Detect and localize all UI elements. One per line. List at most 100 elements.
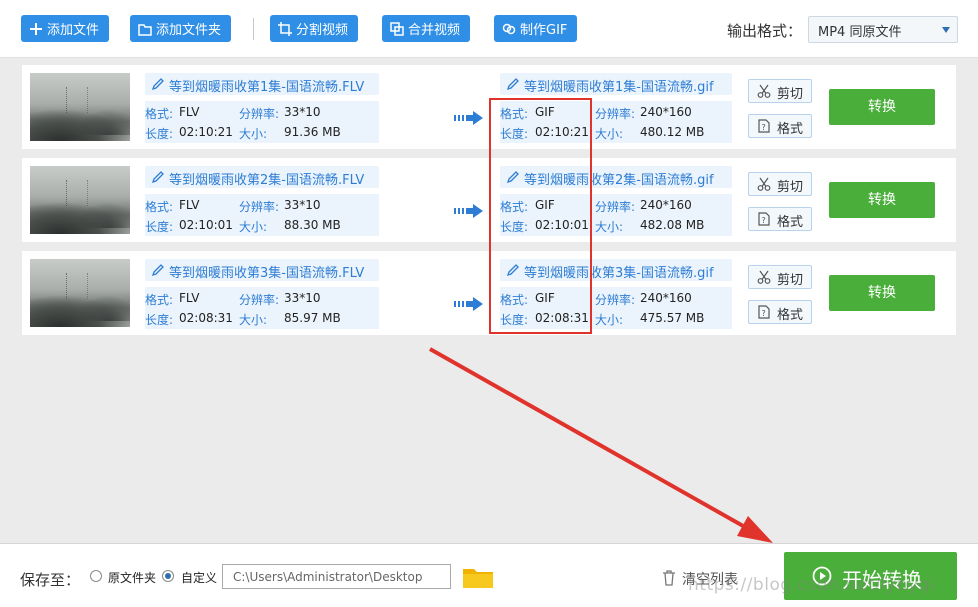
annotation-highlight-box (489, 98, 592, 334)
toolbar-divider (253, 18, 254, 40)
format-button-label: 格式 (777, 308, 804, 323)
cut-button[interactable]: 剪切 (748, 79, 812, 103)
scissors-icon (757, 84, 771, 98)
duration-label: 长度: (145, 313, 174, 327)
video-thumbnail (30, 73, 130, 141)
size-label: 大小: (239, 313, 268, 327)
video-thumbnail (30, 166, 130, 234)
resolution-label: 分辨率: (595, 200, 636, 214)
output-size: 480.12 MB (640, 125, 705, 139)
cut-label: 剪切 (777, 180, 804, 195)
convert-arrow-icon (454, 204, 484, 218)
source-resolution: 33*10 (284, 291, 321, 305)
format-button[interactable]: ? 格式 (748, 207, 812, 231)
video-thumbnail (30, 259, 130, 327)
convert-arrow-icon (454, 297, 484, 311)
source-info: 格式: FLV 分辨率: 33*10 长度: 02:10:01 大小: 88.3… (145, 194, 379, 236)
format-label: 格式: (145, 200, 174, 214)
output-size: 482.08 MB (640, 218, 705, 232)
plus-icon (29, 22, 43, 36)
convert-arrow-icon (454, 111, 484, 125)
format-button[interactable]: ? 格式 (748, 114, 812, 138)
source-format: FLV (179, 105, 200, 119)
custom-folder-label: 自定义 (181, 571, 218, 585)
convert-button[interactable]: 转换 (829, 275, 935, 311)
original-folder-radio[interactable] (90, 570, 102, 582)
folder-icon[interactable] (462, 565, 494, 589)
format-label: 格式: (145, 107, 174, 121)
source-size: 91.36 MB (284, 125, 341, 139)
edit-icon (151, 263, 165, 277)
duration-label: 长度: (145, 220, 174, 234)
source-format: FLV (179, 291, 200, 305)
resolution-label: 分辨率: (595, 107, 636, 121)
link-icon (502, 22, 516, 36)
thumbnail-mountain (74, 109, 130, 135)
source-size: 88.30 MB (284, 218, 341, 232)
format-button[interactable]: ? 格式 (748, 300, 812, 324)
size-label: 大小: (239, 220, 268, 234)
cut-button[interactable]: 剪切 (748, 172, 812, 196)
size-label: 大小: (595, 127, 624, 141)
output-format-select[interactable]: MP4 同原文件 (808, 16, 958, 43)
add-file-label: 添加文件 (47, 23, 100, 38)
thumbnail-mountain (74, 295, 130, 321)
output-resolution: 240*160 (640, 198, 692, 212)
convert-button[interactable]: 转换 (829, 182, 935, 218)
file-question-icon: ? (757, 305, 771, 319)
source-resolution: 33*10 (284, 198, 321, 212)
resolution-label: 分辨率: (595, 293, 636, 307)
source-filename[interactable]: 等到烟暖雨收第1集-国语流畅.FLV (145, 73, 379, 95)
merge-video-button[interactable]: 合并视频 (382, 15, 471, 42)
file-question-icon: ? (757, 212, 771, 226)
source-filename[interactable]: 等到烟暖雨收第3集-国语流畅.FLV (145, 259, 379, 281)
crop-icon (278, 21, 292, 36)
source-filename-text: 等到烟暖雨收第2集-国语流畅.FLV (169, 173, 365, 188)
source-format: FLV (179, 198, 200, 212)
source-duration: 02:10:01 (179, 218, 233, 232)
make-gif-button[interactable]: 制作GIF (494, 15, 578, 42)
thumbnail-mountain (74, 202, 130, 228)
folder-icon (138, 22, 152, 36)
source-resolution: 33*10 (284, 105, 321, 119)
source-duration: 02:08:31 (179, 311, 233, 325)
svg-text:?: ? (762, 123, 766, 132)
svg-text:?: ? (762, 216, 766, 225)
size-label: 大小: (595, 220, 624, 234)
add-file-button[interactable]: 添加文件 (21, 15, 110, 42)
chevron-down-icon (942, 27, 950, 33)
source-info: 格式: FLV 分辨率: 33*10 长度: 02:10:21 大小: 91.3… (145, 101, 379, 143)
source-info: 格式: FLV 分辨率: 33*10 长度: 02:08:31 大小: 85.9… (145, 287, 379, 329)
split-video-button[interactable]: 分割视频 (270, 15, 359, 42)
format-button-label: 格式 (777, 122, 804, 137)
output-format-value: MP4 同原文件 (818, 25, 902, 40)
merge-video-label: 合并视频 (408, 23, 461, 38)
size-label: 大小: (595, 313, 624, 327)
resolution-label: 分辨率: (239, 107, 280, 121)
add-folder-button[interactable]: 添加文件夹 (130, 15, 232, 42)
custom-folder-radio[interactable] (162, 570, 174, 582)
source-filename[interactable]: 等到烟暖雨收第2集-国语流畅.FLV (145, 166, 379, 188)
duration-label: 长度: (145, 127, 174, 141)
source-filename-text: 等到烟暖雨收第1集-国语流畅.FLV (169, 80, 365, 95)
source-filename-text: 等到烟暖雨收第3集-国语流畅.FLV (169, 266, 365, 281)
output-filename-text: 等到烟暖雨收第1集-国语流畅.gif (524, 80, 714, 95)
toolbar: 添加文件 添加文件夹 分割视频 合并视频 制作GIF 输出格式： MP4 同原文… (0, 0, 978, 58)
size-label: 大小: (239, 127, 268, 141)
edit-icon (151, 170, 165, 184)
merge-icon (390, 21, 404, 36)
file-question-icon: ? (757, 119, 771, 133)
edit-icon (506, 77, 520, 91)
convert-button[interactable]: 转换 (829, 89, 935, 125)
output-resolution: 240*160 (640, 105, 692, 119)
cut-button[interactable]: 剪切 (748, 265, 812, 289)
source-duration: 02:10:21 (179, 125, 233, 139)
save-path-input[interactable]: C:\Users\Administrator\Desktop (222, 564, 451, 589)
split-video-label: 分割视频 (296, 23, 349, 38)
output-format-label: 输出格式： (727, 22, 803, 40)
output-filename[interactable]: 等到烟暖雨收第1集-国语流畅.gif (500, 73, 732, 95)
scissors-icon (757, 177, 771, 191)
resolution-label: 分辨率: (239, 293, 280, 307)
cut-label: 剪切 (777, 87, 804, 102)
original-folder-label: 原文件夹 (108, 571, 157, 585)
